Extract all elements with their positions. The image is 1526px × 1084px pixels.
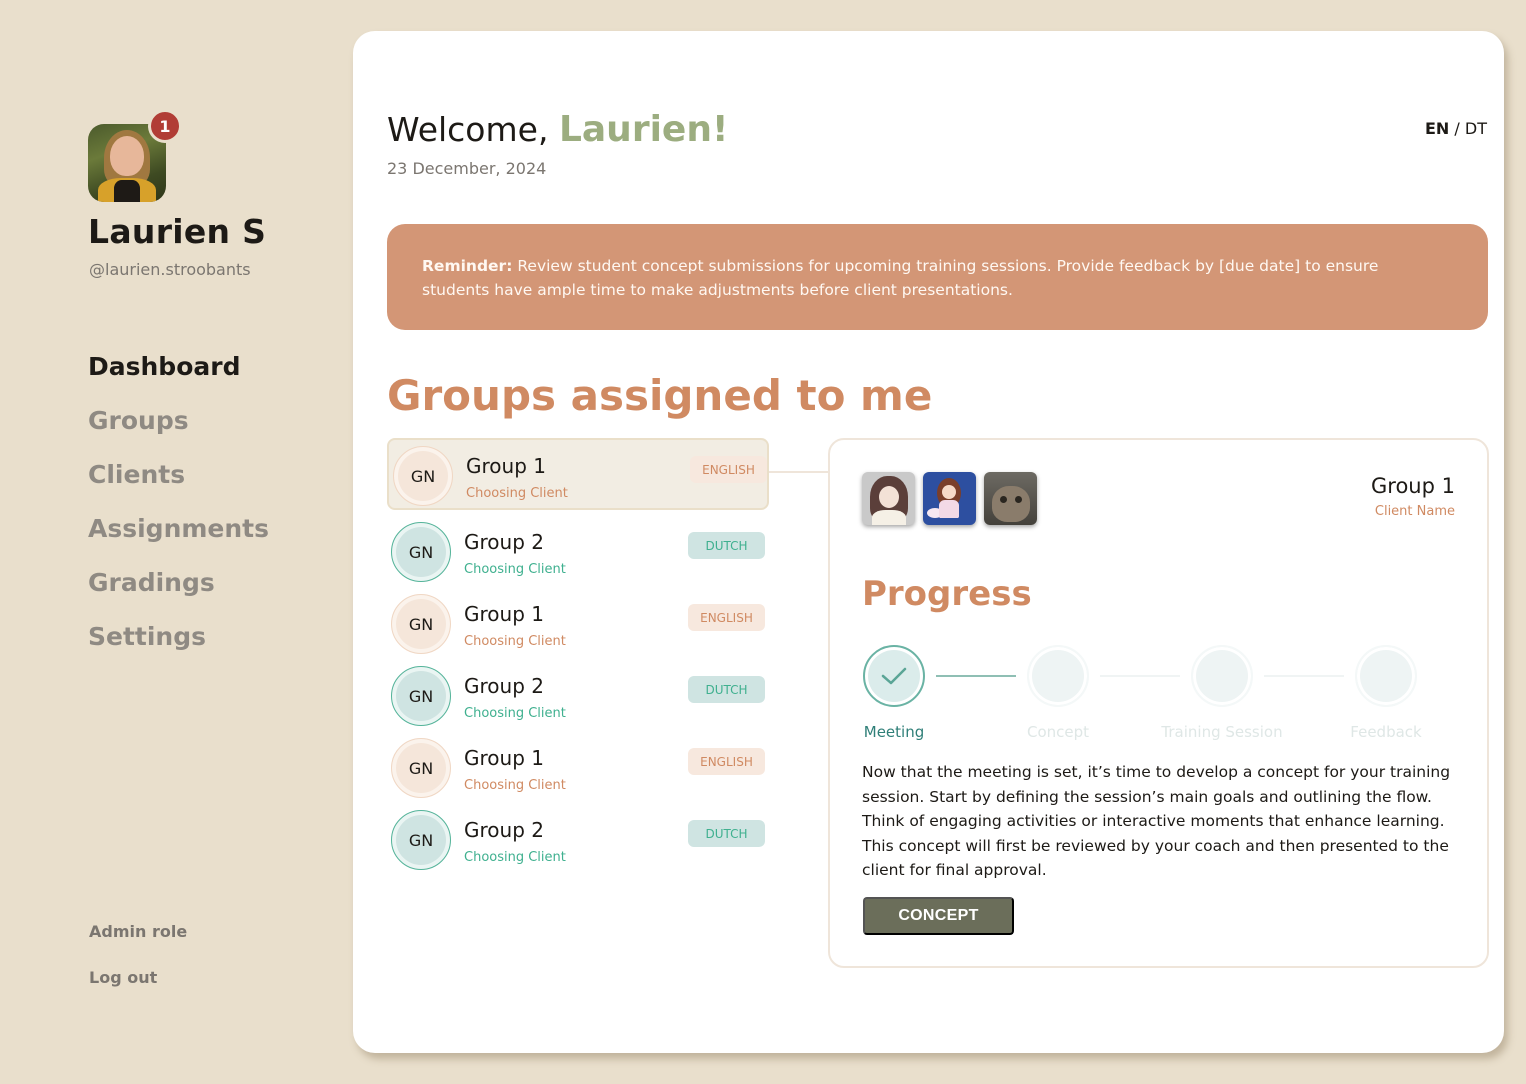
- profile-avatar[interactable]: 1: [88, 109, 182, 202]
- sidebar: 1 Laurien S @laurien.stroobants Dashboar…: [0, 0, 353, 1084]
- main-nav: Dashboard Groups Clients Assignments Gra…: [88, 348, 269, 672]
- language-tag: ENGLISH: [688, 604, 765, 631]
- step-connector: [936, 675, 1016, 677]
- group-status: Choosing Client: [464, 634, 566, 649]
- reminder-text: Review student concept submissions for u…: [422, 257, 1379, 299]
- reminder-banner: Reminder: Review student concept submiss…: [387, 224, 1488, 330]
- group-initials: GN: [393, 446, 453, 506]
- main-panel: Welcome, Laurien! 23 December, 2024 EN /…: [353, 31, 1504, 1053]
- notification-badge[interactable]: 1: [148, 109, 182, 143]
- lang-en-option[interactable]: EN: [1425, 119, 1449, 138]
- group-status: Choosing Client: [464, 562, 566, 577]
- detail-group-name: Group 1: [1371, 474, 1455, 498]
- group-initials: GN: [391, 594, 451, 654]
- group-status: Choosing Client: [464, 850, 566, 865]
- group-initials: GN: [391, 666, 451, 726]
- group-list-item[interactable]: GN Group 2 Choosing Client DUTCH: [387, 660, 769, 732]
- group-name: Group 1: [464, 602, 544, 626]
- group-name: Group 2: [464, 530, 544, 554]
- detail-client-name: Client Name: [1374, 504, 1455, 519]
- language-tag: ENGLISH: [688, 748, 765, 775]
- group-list-item[interactable]: GN Group 1 Choosing Client ENGLISH: [387, 438, 769, 510]
- nav-item-assignments[interactable]: Assignments: [88, 510, 269, 564]
- step-connector: [1264, 675, 1344, 677]
- group-list: GN Group 1 Choosing Client ENGLISH GN Gr…: [387, 438, 769, 876]
- lang-dt-option[interactable]: DT: [1465, 119, 1487, 138]
- logout-link[interactable]: Log out: [89, 968, 157, 987]
- nav-item-clients[interactable]: Clients: [88, 456, 269, 510]
- nav-item-settings[interactable]: Settings: [88, 618, 269, 672]
- welcome-name: Laurien!: [558, 109, 729, 150]
- group-name: Group 2: [464, 818, 544, 842]
- nav-item-groups[interactable]: Groups: [88, 402, 269, 456]
- step-feedback-circle[interactable]: [1355, 645, 1417, 707]
- selection-connector: [769, 471, 829, 473]
- step-description: Now that the meeting is set, it’s time t…: [862, 763, 1451, 879]
- group-name: Group 1: [466, 454, 546, 478]
- current-date: 23 December, 2024: [387, 159, 547, 178]
- user-name: Laurien S: [88, 212, 267, 251]
- language-tag: DUTCH: [688, 532, 765, 559]
- group-status: Choosing Client: [464, 706, 566, 721]
- checkmark-icon: [881, 667, 907, 685]
- group-name: Group 2: [464, 674, 544, 698]
- welcome-prefix: Welcome,: [387, 110, 549, 149]
- concept-button[interactable]: CONCEPT: [863, 897, 1014, 935]
- group-status: Choosing Client: [464, 778, 566, 793]
- group-list-item[interactable]: GN Group 2 Choosing Client DUTCH: [387, 804, 769, 876]
- member-avatar[interactable]: [984, 472, 1037, 525]
- group-list-item[interactable]: GN Group 2 Choosing Client DUTCH: [387, 516, 769, 588]
- nav-item-dashboard[interactable]: Dashboard: [88, 348, 269, 402]
- member-avatar[interactable]: [862, 472, 915, 525]
- group-initials: GN: [391, 522, 451, 582]
- language-tag: DUTCH: [688, 820, 765, 847]
- group-initials: GN: [391, 738, 451, 798]
- member-avatar[interactable]: [923, 472, 976, 525]
- step-training-circle[interactable]: [1191, 645, 1253, 707]
- lang-separator: /: [1454, 119, 1460, 138]
- language-switcher: EN / DT: [1425, 119, 1487, 138]
- progress-title: Progress: [862, 574, 1032, 614]
- step-connector: [1100, 675, 1180, 677]
- step-concept-circle[interactable]: [1027, 645, 1089, 707]
- group-list-item[interactable]: GN Group 1 Choosing Client ENGLISH: [387, 588, 769, 660]
- member-avatars: [862, 472, 1037, 525]
- group-name: Group 1: [464, 746, 544, 770]
- step-label-meeting: Meeting: [863, 723, 925, 741]
- reminder-label: Reminder:: [422, 257, 513, 275]
- language-tag: ENGLISH: [690, 456, 767, 483]
- groups-title: Groups assigned to me: [387, 371, 933, 420]
- step-label-concept: Concept: [1026, 723, 1090, 741]
- group-initials: GN: [391, 810, 451, 870]
- nav-item-gradings[interactable]: Gradings: [88, 564, 269, 618]
- welcome-heading: Welcome, Laurien!: [387, 109, 728, 150]
- language-tag: DUTCH: [688, 676, 765, 703]
- step-label-feedback: Feedback: [1350, 723, 1422, 741]
- user-handle: @laurien.stroobants: [89, 260, 251, 279]
- step-label-training: Training Session: [1161, 723, 1283, 741]
- admin-role-link[interactable]: Admin role: [89, 922, 187, 941]
- step-meeting-circle[interactable]: [863, 645, 925, 707]
- group-status: Choosing Client: [466, 486, 568, 501]
- group-list-item[interactable]: GN Group 1 Choosing Client ENGLISH: [387, 732, 769, 804]
- group-detail-card: Group 1 Client Name Progress Meeting Con…: [828, 438, 1489, 968]
